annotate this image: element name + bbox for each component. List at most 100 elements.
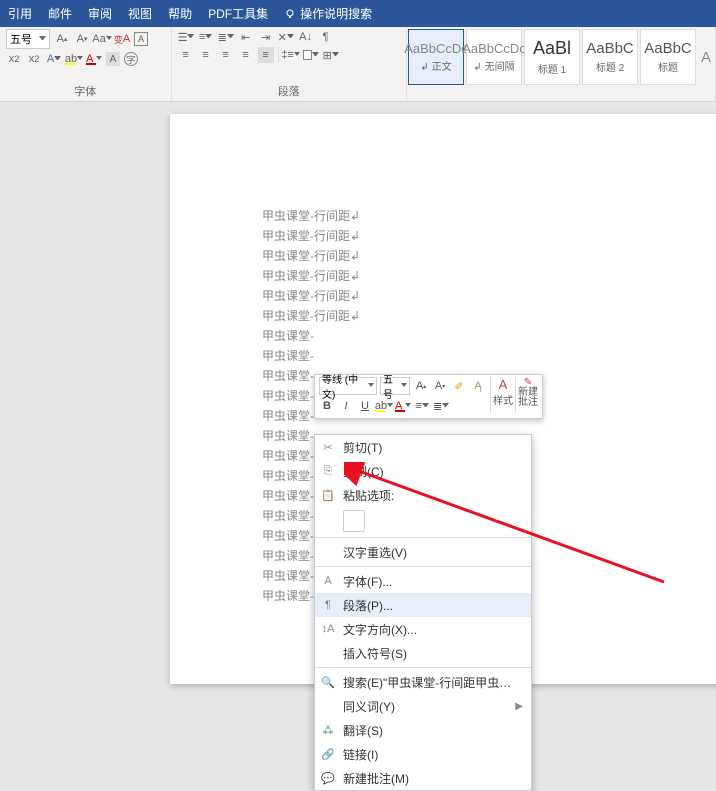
mini-underline-button[interactable]: U: [357, 397, 373, 415]
mini-styles-button[interactable]: A 样式: [493, 377, 513, 416]
mini-numbering-button[interactable]: ≣: [433, 397, 449, 415]
cm-label: 汉字重选(V): [343, 544, 407, 561]
sort-button[interactable]: A↓: [298, 29, 314, 45]
separator: [278, 47, 279, 63]
show-marks-button[interactable]: ¶: [318, 29, 334, 45]
chevron-down-icon: [96, 56, 102, 63]
line-spacing-button[interactable]: ‡≡: [283, 47, 299, 63]
chevron-down-icon: [205, 34, 212, 41]
align-left-button[interactable]: ≡: [178, 47, 194, 63]
doc-line: 甲虫课堂-行间距↲: [262, 206, 716, 226]
cm-synonym[interactable]: 同义词(Y) ▶: [315, 694, 531, 718]
style-name: ↲ 正文: [420, 58, 451, 73]
increase-font-button[interactable]: A▴: [54, 31, 70, 47]
menu-view[interactable]: 视图: [128, 5, 152, 22]
cm-label: 字体(F)...: [343, 573, 392, 590]
style-heading2[interactable]: AaBbC 标题 2: [582, 29, 638, 85]
change-case-button[interactable]: Aa: [94, 31, 110, 47]
cm-paragraph[interactable]: ¶ 段落(P)...: [315, 593, 531, 617]
bullets-button[interactable]: ☰: [178, 29, 194, 45]
menu-mail[interactable]: 邮件: [48, 5, 72, 22]
enclose-char-button[interactable]: 字: [124, 52, 138, 66]
styles-gallery[interactable]: AaBbCcDc ↲ 正文 AaBbCcDc ↲ 无间隔 AaBl 标题 1 A…: [407, 27, 715, 87]
phonetic-guide-button[interactable]: 变A: [114, 31, 130, 47]
increase-indent-button[interactable]: ⇥: [258, 29, 274, 45]
style-title[interactable]: AaBbC 标题: [640, 29, 696, 85]
cm-new-comment[interactable]: 💬 新建批注(M): [315, 766, 531, 790]
numbering-button[interactable]: ≡: [198, 29, 214, 45]
mini-font-combo[interactable]: 等线 (中文): [319, 377, 377, 395]
separator: [315, 667, 531, 668]
menu-help[interactable]: 帮助: [168, 5, 192, 22]
scissors-icon: ✂: [321, 440, 335, 454]
style-preview: AaBbCcDc: [462, 41, 526, 56]
chevron-down-icon: [294, 52, 300, 59]
cm-link[interactable]: 🔗 链接(I): [315, 742, 531, 766]
align-center-button[interactable]: ≡: [198, 47, 214, 63]
style-normal[interactable]: AaBbCcDc ↲ 正文: [408, 29, 464, 85]
menu-reference[interactable]: 引用: [8, 5, 32, 22]
mini-bullets-button[interactable]: ≡: [414, 397, 430, 415]
cm-hanzi-reselect[interactable]: 汉字重选(V): [315, 540, 531, 564]
asian-layout-button[interactable]: ✕: [278, 29, 294, 45]
mini-new-comment-button[interactable]: ✎ 新建 批注: [518, 377, 538, 416]
align-justify-button[interactable]: ≡: [238, 47, 254, 63]
cm-cut[interactable]: ✂ 剪切(T): [315, 435, 531, 459]
superscript-button[interactable]: x2: [26, 51, 42, 67]
mini-highlight-button[interactable]: ab: [376, 397, 392, 415]
workspace: 甲虫课堂-行间距↲甲虫课堂-行间距↲甲虫课堂-行间距↲甲虫课堂-行间距↲甲虫课堂…: [0, 102, 716, 681]
chevron-down-icon: [405, 403, 411, 410]
font-color-button[interactable]: A: [86, 51, 102, 67]
context-menu: ✂ 剪切(T) ⎘ 复制(C) 📋 粘贴选项: 汉字重选(V) A 字体(F).…: [314, 434, 532, 791]
cm-label: 链接(I): [343, 746, 378, 763]
font-size-combo[interactable]: 五号: [6, 29, 50, 49]
mini-size-combo[interactable]: 五号: [380, 377, 410, 395]
chevron-down-icon: [187, 34, 193, 41]
decrease-font-button[interactable]: A▾: [74, 31, 90, 47]
menu-pdftools[interactable]: PDF工具集: [208, 5, 268, 22]
mini-clear-format-button[interactable]: Ą: [470, 377, 486, 395]
mini-grow-font-button[interactable]: A▴: [413, 377, 429, 395]
doc-line: 甲虫课堂-行间距↲: [262, 306, 716, 326]
styles-icon: A: [499, 377, 508, 392]
shading-button[interactable]: [303, 47, 319, 63]
align-distribute-button[interactable]: ≡: [258, 47, 274, 63]
tell-me-search[interactable]: 操作说明搜索: [284, 5, 372, 22]
translate-icon: ⁂: [321, 723, 335, 737]
cm-text-direction[interactable]: ↕A 文字方向(X)...: [315, 617, 531, 641]
decrease-indent-button[interactable]: ⇤: [238, 29, 254, 45]
char-border-button[interactable]: A: [134, 32, 148, 46]
style-preview: AaBl: [533, 38, 571, 59]
multilevel-list-button[interactable]: ≣: [218, 29, 234, 45]
style-preview: AaBbC: [586, 40, 634, 57]
menu-review[interactable]: 审阅: [88, 5, 112, 22]
char-shading-button[interactable]: A: [106, 52, 120, 66]
text-effects-button[interactable]: A: [46, 51, 62, 67]
borders-button[interactable]: ⊞: [323, 47, 339, 63]
text-direction-icon: ↕A: [321, 622, 335, 636]
paste-keep-formatting[interactable]: [343, 510, 365, 532]
mini-format-painter-button[interactable]: ✐: [451, 377, 467, 395]
mini-bold-button[interactable]: B: [319, 397, 335, 415]
cm-search[interactable]: 🔍 搜索(E)"甲虫课堂-行间距甲虫课堂-行...": [315, 670, 531, 694]
cm-font[interactable]: A 字体(F)...: [315, 569, 531, 593]
cm-insert-symbol[interactable]: 插入符号(S): [315, 641, 531, 665]
subscript-button[interactable]: x2: [6, 51, 22, 67]
cm-copy[interactable]: ⎘ 复制(C): [315, 459, 531, 483]
style-heading1[interactable]: AaBl 标题 1: [524, 29, 580, 85]
chevron-down-icon: [227, 34, 234, 41]
style-name: 标题 1: [538, 61, 566, 76]
mini-italic-button[interactable]: I: [338, 397, 354, 415]
cm-translate[interactable]: ⁂ 翻译(S): [315, 718, 531, 742]
style-no-spacing[interactable]: AaBbCcDc ↲ 无间隔: [466, 29, 522, 85]
mini-font-color-button[interactable]: A: [395, 397, 411, 415]
align-right-button[interactable]: ≡: [218, 47, 234, 63]
font-size-value: 五号: [10, 31, 32, 47]
mini-shrink-font-button[interactable]: A▾: [432, 377, 448, 395]
chevron-down-icon: [442, 403, 449, 410]
paragraph-icon: ¶: [321, 598, 335, 612]
style-subtitle-partial[interactable]: A: [698, 29, 714, 85]
style-name: ↲ 无间隔: [473, 58, 514, 73]
highlight-button[interactable]: ab: [66, 51, 82, 67]
chevron-down-icon: [387, 403, 393, 410]
